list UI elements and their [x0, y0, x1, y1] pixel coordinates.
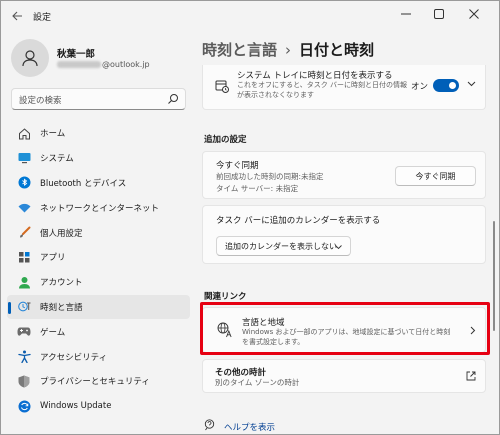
calendar-clock-icon	[215, 79, 229, 96]
sidebar-item-label: アプリ	[40, 253, 66, 264]
brush-icon	[17, 226, 31, 240]
account-icon	[17, 275, 31, 289]
sidebar-nav: ホーム システム Bluetooth とデバイス ネットワークとインターネット …	[7, 121, 190, 419]
help-icon	[204, 419, 216, 434]
home-icon	[17, 126, 31, 140]
page-title: 日付と時刻	[299, 41, 375, 59]
maximize-button[interactable]	[424, 1, 454, 27]
breadcrumb-parent[interactable]: 時刻と言語	[202, 41, 277, 59]
sidebar-item-windows-update[interactable]: Windows Update	[7, 394, 190, 419]
other-clocks-title: その他の時計	[215, 368, 267, 378]
section-heading-related: 関連リンク	[204, 292, 247, 302]
search-placeholder: 設定の検索	[19, 96, 62, 106]
maximize-icon	[434, 9, 444, 19]
gamepad-icon	[17, 325, 31, 339]
settings-window: 設定 秋葉一郎 @outlook.jp 設定の検索 ホーム システム Bluet…	[0, 0, 500, 435]
search-icon	[168, 94, 178, 104]
chevron-down-icon[interactable]	[467, 80, 476, 90]
sidebar-item-label: ホーム	[40, 129, 66, 140]
toggle-state-label: オン	[411, 82, 429, 92]
user-email: @outlook.jp	[57, 60, 150, 69]
sidebar-item-label: 個人用設定	[40, 228, 83, 239]
sync-time-server: タイム サーバー: 未指定	[216, 184, 299, 193]
help-label: ヘルプを表示	[224, 422, 276, 433]
update-icon	[17, 399, 31, 413]
tray-card-description: これをオフにすると、タスク バーに時刻と日付の情報が表示されなくなります	[237, 81, 408, 99]
calendar-select-value: 追加のカレンダーを表示しない	[225, 241, 337, 251]
tray-time-toggle[interactable]	[433, 79, 459, 92]
sidebar-item-network[interactable]: ネットワークとインターネット	[7, 195, 190, 220]
redacted-email	[57, 61, 101, 68]
tray-time-setting-card: システム トレイに時刻と日付を表示する これをオフにすると、タスク バーに時刻と…	[202, 65, 486, 110]
sync-now-button[interactable]: 今すぐ同期	[395, 166, 476, 186]
sidebar-item-personalization[interactable]: 個人用設定	[7, 220, 190, 245]
back-button[interactable]	[8, 8, 26, 24]
tray-card-title: システム トレイに時刻と日付を表示する	[237, 71, 393, 81]
sidebar-item-label: ゲーム	[40, 327, 66, 338]
sidebar-item-system[interactable]: システム	[7, 146, 190, 171]
sync-last-success: 前回成功した時刻の同期:未指定	[216, 172, 324, 181]
section-heading-additional: 追加の設定	[204, 135, 247, 145]
minimize-icon	[401, 13, 411, 15]
sidebar-item-label: プライバシーとセキュリティ	[40, 377, 150, 388]
calendar-title: タスク バーに追加のカレンダーを表示する	[216, 216, 381, 226]
sidebar-item-label: アクセシビリティ	[40, 352, 108, 363]
sync-now-card: 今すぐ同期 前回成功した時刻の同期:未指定 タイム サーバー: 未指定 今すぐ同…	[202, 151, 486, 199]
chevron-down-icon	[335, 243, 342, 252]
sync-title: 今すぐ同期	[216, 161, 259, 171]
sidebar-item-gaming[interactable]: ゲーム	[7, 319, 190, 344]
sidebar-item-accounts[interactable]: アカウント	[7, 270, 190, 295]
breadcrumb-separator: ›	[285, 41, 292, 59]
sidebar-item-bluetooth[interactable]: Bluetooth とデバイス	[7, 171, 190, 196]
minimize-button[interactable]	[391, 1, 421, 27]
calendar-select[interactable]: 追加のカレンダーを表示しない	[216, 236, 351, 256]
sidebar-item-label: システム	[40, 154, 74, 165]
close-icon	[469, 9, 479, 19]
other-clocks-description: 別のタイム ゾーンの時計	[215, 378, 300, 387]
sidebar-item-home[interactable]: ホーム	[7, 121, 190, 146]
search-input[interactable]: 設定の検索	[11, 88, 186, 110]
email-domain: @outlook.jp	[102, 60, 150, 69]
additional-calendar-card: タスク バーに追加のカレンダーを表示する 追加のカレンダーを表示しない	[202, 205, 486, 264]
external-link-icon	[466, 371, 476, 384]
bluetooth-icon	[17, 176, 31, 190]
back-arrow-icon	[11, 11, 22, 21]
sidebar-item-label: 時刻と言語	[40, 302, 83, 313]
highlight-box	[200, 302, 490, 355]
sidebar-item-privacy[interactable]: プライバシーとセキュリティ	[7, 369, 190, 394]
sidebar-item-label: アカウント	[40, 278, 83, 289]
time-language-icon	[17, 300, 31, 314]
user-icon	[22, 50, 38, 67]
title-bar: 設定	[1, 1, 499, 31]
scrollbar[interactable]	[493, 221, 495, 331]
sidebar-item-label: ネットワークとインターネット	[40, 203, 160, 214]
breadcrumb: 時刻と言語 › 日付と時刻	[202, 39, 374, 60]
avatar	[11, 39, 49, 77]
system-icon	[17, 151, 31, 165]
sidebar-item-time-language[interactable]: 時刻と言語	[7, 294, 190, 320]
apps-icon	[17, 250, 31, 264]
sidebar-item-label: Bluetooth とデバイス	[40, 178, 127, 189]
shield-icon	[17, 374, 31, 388]
other-clocks-link-card[interactable]: その他の時計 別のタイム ゾーンの時計	[202, 359, 486, 393]
accessibility-icon	[17, 350, 31, 364]
sidebar-item-label: Windows Update	[40, 401, 112, 412]
user-name: 秋葉一郎	[57, 49, 96, 60]
app-title: 設定	[33, 13, 52, 23]
help-link[interactable]: ヘルプを表示	[204, 419, 275, 434]
sidebar-item-apps[interactable]: アプリ	[7, 245, 190, 270]
sidebar-item-accessibility[interactable]: アクセシビリティ	[7, 344, 190, 369]
close-button[interactable]	[459, 1, 489, 27]
wifi-icon	[17, 201, 31, 215]
